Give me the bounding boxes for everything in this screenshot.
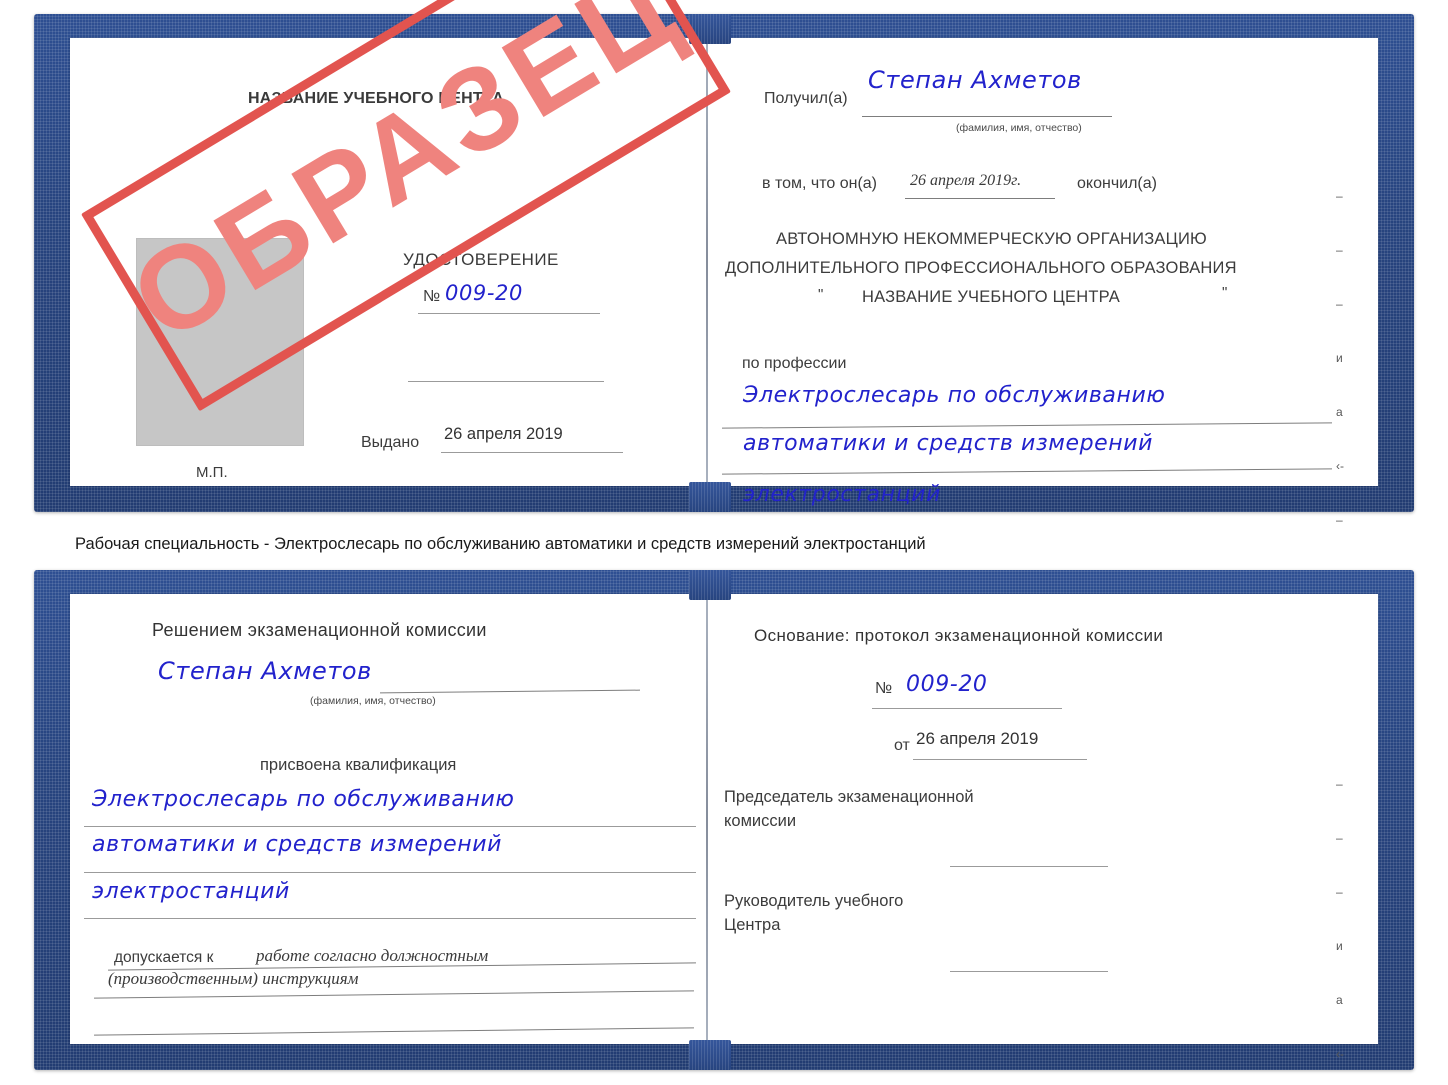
certificate-number-front: 009-20 bbox=[445, 281, 523, 305]
front-left-page: НАЗВАНИЕ УЧЕБНОГО ЦЕНТРА УДОСТОВЕРЕНИЕ №… bbox=[70, 38, 706, 486]
head-line-2: Центра bbox=[724, 916, 781, 934]
margin-glyph: – bbox=[1336, 831, 1343, 845]
back-margin-glyph-column: – – – и а ‹- – – – bbox=[1336, 754, 1369, 1085]
name-hint-back: (фамилия, имя, отчество) bbox=[310, 695, 436, 707]
chairman-line-1: Председатель экзаменационной bbox=[724, 788, 974, 806]
allowed-label: допускается к bbox=[114, 949, 214, 966]
completion-date: 26 апреля 2019г. bbox=[910, 172, 1022, 189]
qualification-line-1: Электрослесарь по обслуживанию bbox=[92, 787, 515, 812]
qualification-label: присвоена квалификация bbox=[260, 756, 457, 774]
document-title: УДОСТОВЕРЕНИЕ bbox=[403, 250, 559, 269]
certificate-front-pages: НАЗВАНИЕ УЧЕБНОГО ЦЕНТРА УДОСТОВЕРЕНИЕ №… bbox=[70, 38, 1378, 634]
back-right-page: Основание: протокол экзаменационной коми… bbox=[710, 594, 1378, 1060]
number-symbol-front: № bbox=[423, 288, 441, 305]
margin-glyph: – bbox=[1336, 297, 1343, 311]
front-spine-tab-top bbox=[689, 14, 731, 44]
issued-label: Выдано bbox=[361, 434, 420, 451]
org-quote-close: " bbox=[1222, 284, 1228, 301]
margin-glyph: – bbox=[1336, 243, 1343, 257]
front-spine-tab-bottom bbox=[689, 482, 731, 512]
training-center-name: НАЗВАНИЕ УЧЕБНОГО ЦЕНТРА bbox=[248, 90, 505, 107]
protocol-number-rule bbox=[872, 708, 1062, 709]
from-value: 26 апреля 2019 bbox=[916, 729, 1039, 748]
from-label: от bbox=[894, 737, 910, 754]
completion-date-rule bbox=[905, 198, 1055, 199]
qualification-rule-3 bbox=[84, 918, 696, 919]
margin-glyph: и bbox=[1336, 939, 1343, 953]
margin-glyph: ‹- bbox=[1336, 1047, 1344, 1061]
qualification-line-3: электростанций bbox=[92, 879, 290, 904]
certificate-front-book: НАЗВАНИЕ УЧЕБНОГО ЦЕНТРА УДОСТОВЕРЕНИЕ №… bbox=[34, 14, 1414, 634]
back-name-value: Степан Ахметов bbox=[158, 657, 372, 685]
profession-line-2: автоматики и средств измерений bbox=[743, 431, 1154, 456]
basis-label: Основание: протокол экзаменационной коми… bbox=[754, 626, 1164, 645]
chairman-signature-rule bbox=[950, 866, 1108, 867]
profession-line-3: электростанций bbox=[743, 482, 941, 507]
in-that-label: в том, что он(а) bbox=[762, 175, 877, 192]
qualification-line-2: автоматики и средств измерений bbox=[92, 832, 503, 857]
chairman-line-2: комиссии bbox=[724, 812, 797, 830]
blank-rule-front bbox=[408, 381, 604, 382]
front-right-page: Получил(а) Степан Ахметов (фамилия, имя,… bbox=[710, 38, 1378, 634]
received-label: Получил(а) bbox=[764, 90, 848, 107]
photo-placeholder bbox=[136, 238, 304, 446]
margin-glyph: и bbox=[1336, 351, 1343, 365]
certificate-back-book: Решением экзаменационной комиссии Степан… bbox=[34, 570, 1414, 1070]
qualification-rule-2 bbox=[84, 872, 696, 873]
name-hint-front: (фамилия, имя, отчество) bbox=[956, 122, 1082, 134]
head-line-1: Руководитель учебного bbox=[724, 892, 904, 910]
from-rule bbox=[913, 759, 1087, 760]
head-signature-rule bbox=[950, 971, 1108, 972]
margin-glyph: – bbox=[1336, 777, 1343, 791]
allowed-value-line-2: (производственным) инструкциям bbox=[108, 969, 359, 988]
back-spine bbox=[706, 594, 708, 1044]
org-line-3: НАЗВАНИЕ УЧЕБНОГО ЦЕНТРА bbox=[862, 288, 1120, 306]
allowed-rule-3 bbox=[94, 1027, 694, 1036]
screenshot-root: НАЗВАНИЕ УЧЕБНОГО ЦЕНТРА УДОСТОВЕРЕНИЕ №… bbox=[0, 0, 1448, 1085]
allowed-value-line-1: работе согласно должностным bbox=[256, 946, 489, 965]
received-name: Степан Ахметов bbox=[868, 66, 1082, 94]
margin-glyph: а bbox=[1336, 993, 1343, 1007]
qualification-rule-1 bbox=[84, 826, 696, 827]
received-rule bbox=[862, 116, 1112, 117]
finished-label: окончил(а) bbox=[1077, 175, 1157, 192]
org-line-2: ДОПОЛНИТЕЛЬНОГО ПРОФЕССИОНАЛЬНОГО ОБРАЗО… bbox=[725, 259, 1237, 277]
issued-value: 26 апреля 2019 bbox=[444, 425, 563, 443]
certificate-back-pages: Решением экзаменационной комиссии Степан… bbox=[70, 594, 1378, 1060]
issued-rule bbox=[441, 452, 623, 453]
profession-label: по профессии bbox=[742, 355, 847, 372]
number-symbol-back: № bbox=[875, 680, 893, 697]
margin-glyph: – bbox=[1336, 885, 1343, 899]
number-rule-front bbox=[418, 313, 600, 314]
back-spine-tab-bottom bbox=[689, 1040, 731, 1070]
front-spine bbox=[706, 38, 708, 486]
protocol-number: 009-20 bbox=[906, 672, 988, 697]
margin-glyph: ‹- bbox=[1336, 459, 1344, 473]
profession-line-1: Электрослесарь по обслуживанию bbox=[743, 383, 1166, 408]
back-name-rule bbox=[380, 689, 640, 694]
margin-glyph: – bbox=[1336, 513, 1343, 527]
profession-rule-1 bbox=[722, 422, 1332, 429]
seal-label: М.П. bbox=[196, 464, 228, 481]
margin-glyph: – bbox=[1336, 189, 1343, 203]
back-spine-tab-top bbox=[689, 570, 731, 600]
profession-rule-2 bbox=[722, 468, 1332, 475]
allowed-rule-2 bbox=[94, 990, 694, 999]
org-quote-open: " bbox=[818, 286, 824, 303]
back-left-page: Решением экзаменационной комиссии Степан… bbox=[70, 594, 706, 1044]
margin-glyph: а bbox=[1336, 405, 1343, 419]
org-line-1: АВТОНОМНУЮ НЕКОММЕРЧЕСКУЮ ОРГАНИЗАЦИЮ bbox=[776, 230, 1207, 248]
decision-label: Решением экзаменационной комиссии bbox=[152, 620, 487, 640]
page-caption: Рабочая специальность - Электрослесарь п… bbox=[75, 535, 926, 553]
